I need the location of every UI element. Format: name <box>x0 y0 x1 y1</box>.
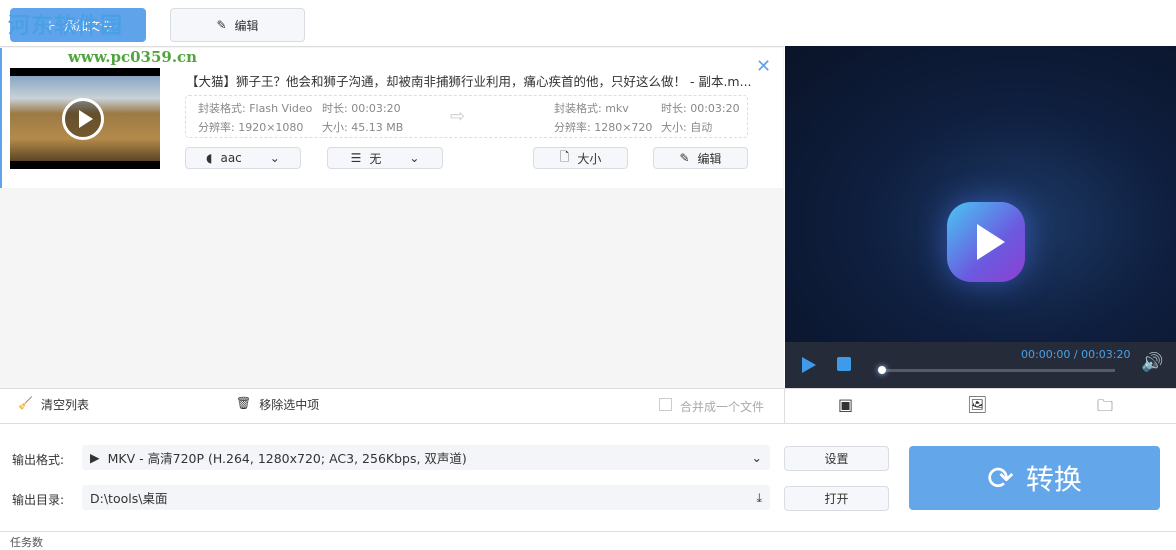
subtitle-select[interactable]: ☰ 无 ⌄ <box>327 147 443 169</box>
merge-checkbox[interactable]: 合并成一个文件 <box>659 398 764 415</box>
refresh-icon: ⟳ <box>987 459 1014 497</box>
stop-button[interactable] <box>837 357 851 371</box>
clear-list-button[interactable]: 🧹 清空列表 <box>18 396 89 413</box>
audio-select[interactable]: ◖ aac ⌄ <box>185 147 301 169</box>
remove-selected-button[interactable]: 🗑 移除选中项 <box>236 396 319 413</box>
folder-download-icon: ⤓ <box>756 489 762 505</box>
list-toolbar: 🧹 清空列表 🗑 移除选中项 合并成一个文件 ▣ 🖼 🗀 <box>0 388 1176 424</box>
arrow-icon: ⇨ <box>450 106 466 127</box>
output-dir-input[interactable]: D:\tools\桌面 ⤓ <box>82 485 770 510</box>
edit-button[interactable]: ✎ 编辑 <box>170 8 305 42</box>
trash-icon: 🗑 <box>236 396 252 410</box>
item-edit-button[interactable]: ✎ 编辑 <box>653 147 748 169</box>
seek-handle[interactable] <box>878 366 886 374</box>
output-format-label: 输出格式: <box>12 453 65 467</box>
chevron-down-icon: ⌄ <box>751 450 762 465</box>
broom-icon: 🧹 <box>18 396 33 410</box>
open-button[interactable]: 打开 <box>784 486 889 511</box>
time-display: 00:00:00 / 00:03:20 <box>1021 348 1131 361</box>
player-controls: 00:00:00 / 00:03:20 🔊 <box>785 342 1176 388</box>
file-title: 【大猫】狮子王？他会和狮子沟通，却被南非捕狮行业利用，痛心疾首的他，只好这么做！… <box>186 74 752 89</box>
magic-wand-icon: ✎ <box>216 18 227 32</box>
file-info: 封装格式: Flash Video 时长: 00:03:20 分辨率: 1920… <box>185 95 748 138</box>
magic-wand-icon: ✎ <box>679 151 690 165</box>
file-icon: 🗋 <box>559 149 570 164</box>
folder-icon[interactable]: 🗀 <box>1097 395 1113 422</box>
seek-slider[interactable] <box>881 369 1115 372</box>
watermark-url: www.pc0359.cn <box>68 48 198 66</box>
size-button[interactable]: 🗋 大小 <box>533 147 628 169</box>
output-dir-label: 输出目录: <box>12 493 65 507</box>
audio-icon: ◖ <box>206 151 213 165</box>
screenshot-icon[interactable]: ▣ <box>838 395 853 414</box>
watermark-logo: 河东软件园 <box>8 14 124 39</box>
image-icon[interactable]: 🖼 <box>967 395 987 414</box>
video-preview <box>785 46 1176 342</box>
output-format-select[interactable]: ▶ MKV - 高清720P (H.264, 1280x720; AC3, 256… <box>82 445 770 470</box>
play-button[interactable] <box>802 357 816 373</box>
play-icon[interactable] <box>62 98 104 140</box>
subtitle-icon: ☰ <box>350 151 362 165</box>
task-count: 任务数 <box>10 536 43 549</box>
video-file-icon: ▶ <box>90 450 100 465</box>
close-icon[interactable]: ✕ <box>756 56 771 77</box>
volume-icon[interactable]: 🔊 <box>1141 352 1163 373</box>
app-logo-icon <box>947 202 1025 282</box>
convert-button[interactable]: ⟳ 转换 <box>909 446 1160 510</box>
settings-button[interactable]: 设置 <box>784 446 889 471</box>
